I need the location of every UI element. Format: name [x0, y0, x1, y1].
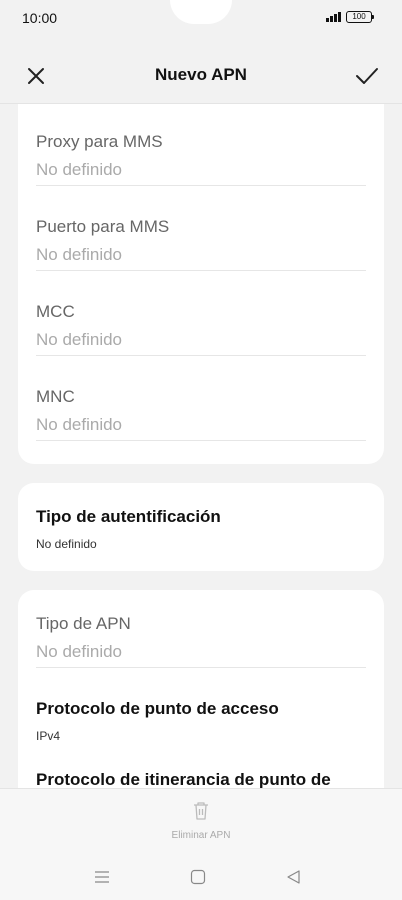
field-value: No definido	[36, 160, 123, 179]
check-icon	[356, 68, 378, 84]
field-label: Protocolo de punto de acceso	[36, 699, 279, 718]
field-label: Tipo de autentificación	[36, 507, 221, 526]
status-time: 10:00	[22, 10, 58, 26]
page-title: Nuevo APN	[155, 65, 247, 84]
field-apn-type[interactable]: Tipo de APN No definido	[36, 614, 366, 668]
trash-icon	[194, 802, 208, 820]
field-mnc[interactable]: MNC No definido	[36, 387, 366, 447]
signal-icon	[326, 12, 341, 22]
back-triangle-icon	[287, 870, 300, 884]
card-auth-type[interactable]: Tipo de autentificación No definido	[18, 483, 384, 571]
camera-notch	[170, 0, 232, 24]
field-value: No definido	[36, 537, 97, 551]
card-apn-type: Tipo de APN No definido Protocolo de pun…	[18, 590, 384, 788]
nav-back-button[interactable]	[284, 867, 304, 887]
field-auth-type[interactable]: Tipo de autentificación No definido	[36, 507, 366, 551]
divider	[36, 440, 366, 441]
save-button[interactable]	[354, 64, 380, 88]
field-value: No definido	[36, 415, 123, 434]
field-label: Puerto para MMS	[36, 217, 170, 236]
divider	[36, 355, 366, 356]
field-port-mms[interactable]: Puerto para MMS No definido	[36, 217, 366, 299]
field-label: MCC	[36, 302, 75, 321]
bottom-action-bar: Eliminar APN	[0, 788, 402, 900]
status-bar: 10:00 100	[0, 0, 402, 36]
field-label: Proxy para MMS	[36, 132, 163, 151]
field-value: No definido	[36, 642, 123, 661]
field-value: IPv4	[36, 729, 61, 743]
delete-apn-label: Eliminar APN	[171, 830, 231, 841]
divider	[36, 185, 366, 186]
status-icons: 100	[326, 11, 374, 23]
nav-menu-button[interactable]	[92, 867, 112, 887]
app-header: Nuevo APN	[0, 36, 402, 104]
nav-home-button[interactable]	[188, 867, 208, 887]
field-roaming-protocol[interactable]: Protocolo de itinerancia de punto de	[36, 770, 366, 788]
divider	[36, 270, 366, 271]
battery-icon: 100	[346, 11, 374, 23]
divider	[36, 667, 366, 668]
settings-list[interactable]: Proxy para MMS No definido Puerto para M…	[0, 104, 402, 788]
field-value: No definido	[36, 245, 123, 264]
home-square-icon	[190, 869, 206, 885]
field-label: Protocolo de itinerancia de punto de	[36, 770, 331, 788]
field-proxy-mms[interactable]: Proxy para MMS No definido	[36, 132, 366, 214]
field-value: No definido	[36, 330, 123, 349]
delete-apn-button[interactable]: Eliminar APN	[151, 801, 251, 847]
menu-icon	[95, 871, 109, 883]
field-label: Tipo de APN	[36, 614, 131, 633]
field-access-protocol[interactable]: Protocolo de punto de acceso IPv4	[36, 699, 366, 743]
card-mms-settings: Proxy para MMS No definido Puerto para M…	[18, 104, 384, 464]
field-mcc[interactable]: MCC No definido	[36, 302, 366, 384]
field-label: MNC	[36, 387, 75, 406]
